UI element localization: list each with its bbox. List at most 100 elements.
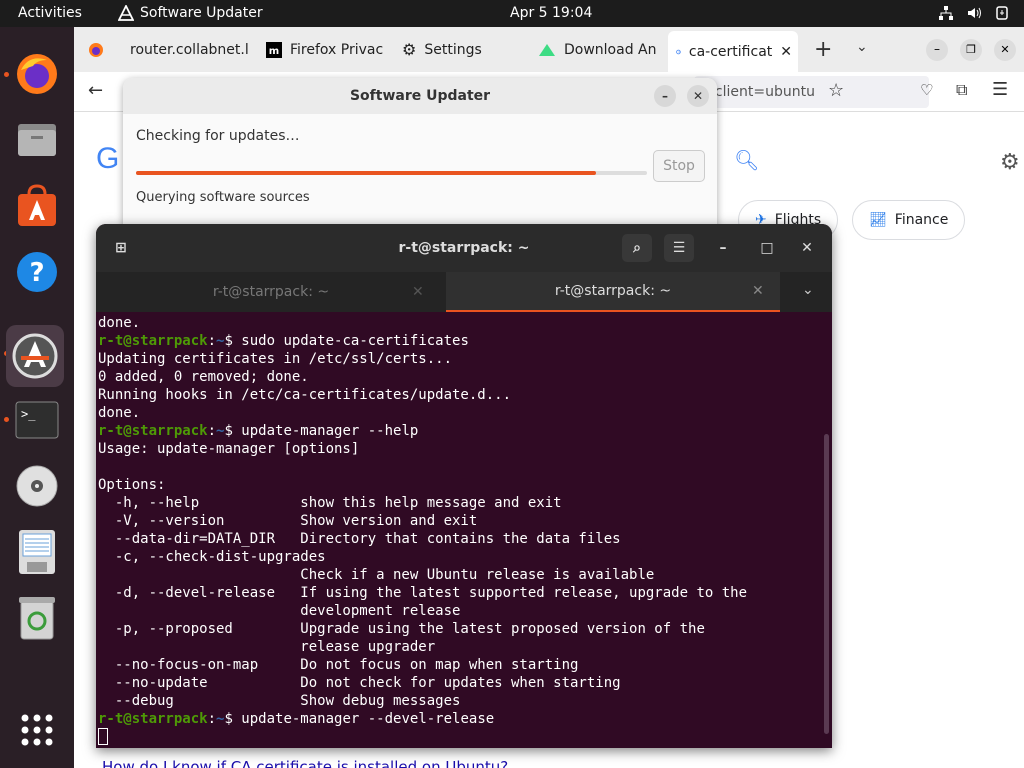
clock[interactable]: Apr 5 19:04 <box>510 5 592 21</box>
command-line: r-t@starrpack:~$ sudo update-ca-certific… <box>98 333 469 349</box>
trash-icon[interactable] <box>12 593 62 643</box>
minimize-button[interactable]: – <box>708 234 738 262</box>
minimize-button[interactable]: – <box>926 39 948 61</box>
output-line: --no-focus-on-map Do not focus on map wh… <box>98 657 579 673</box>
top-bar: Activities Software Updater Apr 5 19:04 <box>0 0 1024 27</box>
terminal-tab-active[interactable]: r-t@starrpack: ~ ✕ <box>446 272 780 312</box>
app-menu[interactable]: Software Updater <box>118 5 263 21</box>
output-line: done. <box>98 405 141 421</box>
output-line: development release <box>98 603 461 619</box>
terminal-output[interactable]: done. r-t@starrpack:~$ sudo update-ca-cer… <box>96 312 832 747</box>
tab-list-chevron-icon[interactable]: ⌄ <box>856 39 868 55</box>
close-window-button[interactable]: ✕ <box>994 39 1016 61</box>
svg-text:>_: >_ <box>21 407 36 421</box>
show-apps-icon[interactable] <box>12 705 62 755</box>
search-result-link[interactable]: How do I know if CA certificate is insta… <box>102 758 508 768</box>
url-bar[interactable]: &client=ubuntu <box>694 76 929 108</box>
disc-icon[interactable] <box>12 461 62 511</box>
url-text: &client=ubuntu <box>704 84 815 100</box>
tab-label: r-t@starrpack: ~ <box>212 284 330 300</box>
help-icon[interactable]: ? <box>12 247 62 297</box>
close-tab-icon[interactable]: ✕ <box>412 284 424 300</box>
terminal-title: r-t@starrpack: ~ <box>398 240 530 256</box>
output-line: -p, --proposed Upgrade using the latest … <box>98 621 705 637</box>
tab-router[interactable]: router.collabnet.l <box>122 27 252 72</box>
settings-gear-icon[interactable]: ⚙ <box>1000 150 1020 175</box>
chip-finance[interactable]: 📈︎ Finance <box>852 200 966 240</box>
tab-firefox-privacy[interactable]: m Firefox Privac <box>258 27 386 72</box>
output-line: Running hooks in /etc/ca-certificates/up… <box>98 387 512 403</box>
terminal-icon[interactable]: >_ <box>12 395 62 445</box>
terminal-titlebar[interactable]: ⊞ r-t@starrpack: ~ ⌕ ☰ – □ ✕ <box>96 224 832 272</box>
output-line: -d, --devel-release If using the latest … <box>98 585 748 601</box>
activities-button[interactable]: Activities <box>18 5 82 21</box>
output-line: --data-dir=DATA_DIR Directory that conta… <box>98 531 621 547</box>
dock: ? >_ <box>0 27 74 768</box>
output-line: release upgrader <box>98 639 436 655</box>
output-line: Updating certificates in /etc/ssl/certs.… <box>98 351 453 367</box>
minimize-button[interactable]: – <box>654 85 676 107</box>
update-substatus: Querying software sources <box>136 190 310 205</box>
output-line: Options: <box>98 477 166 493</box>
close-tab-icon[interactable]: ✕ <box>752 283 764 299</box>
download-page-icon <box>539 43 555 56</box>
bookmark-star-icon[interactable]: ☆ <box>828 80 844 101</box>
close-tab-icon[interactable]: ✕ <box>780 44 798 60</box>
maximize-button[interactable]: □ <box>752 234 782 262</box>
output-line: Check if a new Ubuntu release is availab… <box>98 567 655 583</box>
search-icon[interactable]: 🔍︎ <box>734 148 759 172</box>
progress-fill <box>136 171 596 175</box>
extensions-icon[interactable]: ⧉ <box>956 80 967 100</box>
output-line: done. <box>98 315 141 331</box>
tab-settings[interactable]: ⚙ Settings <box>394 27 524 72</box>
new-tab-icon[interactable]: ⊞ <box>106 234 136 262</box>
menu-icon[interactable]: ☰ <box>664 234 694 262</box>
software-updater-icon[interactable] <box>6 325 64 387</box>
back-arrow-icon[interactable]: ← <box>88 80 103 101</box>
tab-label: Settings <box>424 41 482 58</box>
terminal-window: ⊞ r-t@starrpack: ~ ⌕ ☰ – □ ✕ r-t@starrpa… <box>96 224 832 748</box>
tab-menu-chevron-icon[interactable]: ⌄ <box>802 282 814 298</box>
svg-text:m: m <box>269 46 279 57</box>
close-button[interactable]: ✕ <box>687 85 709 107</box>
new-tab-button[interactable]: + <box>814 37 832 62</box>
stop-button[interactable]: Stop <box>653 150 705 182</box>
pocket-icon[interactable]: ♡ <box>920 81 933 99</box>
terminal-tab[interactable]: r-t@starrpack: ~ ✕ <box>96 272 446 312</box>
tab-label: ca-certificat <box>688 43 773 60</box>
menu-icon[interactable]: ☰ <box>992 79 1008 100</box>
search-icon[interactable]: ⌕ <box>622 234 652 262</box>
tab-download[interactable]: Download An <box>530 27 662 72</box>
finance-chart-icon: 📈︎ <box>869 212 887 228</box>
tab-label: r-t@starrpack: ~ <box>554 283 672 299</box>
tab-pinned-firefox[interactable] <box>80 27 118 72</box>
prompt: r-t@starrpack <box>98 711 208 727</box>
close-button[interactable]: ✕ <box>792 234 822 262</box>
chip-label: Finance <box>894 212 949 228</box>
cursor <box>98 728 108 745</box>
output-line: -c, --check-dist-upgrades <box>98 549 326 565</box>
gear-icon: ⚙ <box>402 40 417 59</box>
app-name: Software Updater <box>140 5 263 21</box>
updater-titlebar[interactable]: Software Updater – ✕ <box>123 78 717 114</box>
document-icon[interactable] <box>12 527 62 577</box>
app-center-icon[interactable] <box>12 181 62 231</box>
update-status: Checking for updates… <box>136 128 300 144</box>
restore-button[interactable]: ❐ <box>960 39 982 61</box>
prompt: r-t@starrpack <box>98 423 208 439</box>
files-icon[interactable] <box>12 115 62 165</box>
scrollbar[interactable] <box>824 434 829 734</box>
firefox-icon[interactable] <box>12 49 62 99</box>
system-tray[interactable] <box>938 5 1010 21</box>
output-line: Usage: update-manager [options] <box>98 441 360 457</box>
network-icon <box>939 6 953 20</box>
output-line: --no-update Do not check for updates whe… <box>98 675 621 691</box>
power-icon <box>996 6 1008 20</box>
tab-label: Download An <box>564 41 657 58</box>
progress-bar <box>136 171 647 175</box>
tab-ca-certificate[interactable]: ca-certificat ✕ <box>668 31 798 72</box>
running-indicator <box>4 72 9 77</box>
prompt: r-t@starrpack <box>98 333 208 349</box>
mozilla-icon: m <box>266 41 282 58</box>
